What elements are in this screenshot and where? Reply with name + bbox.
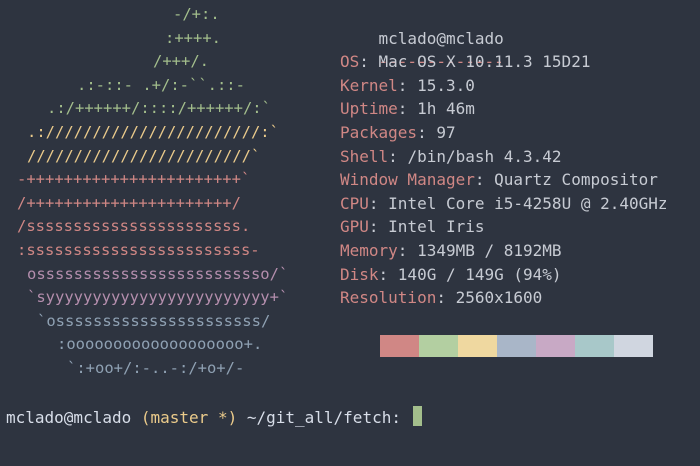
logo-line: `ossssssssssssssssssssss/ [37, 311, 271, 330]
info-key: Memory [340, 240, 398, 260]
info-field: Memory: 1349MB / 8192MB [340, 239, 700, 263]
logo-line: .:///////////////////////:` [27, 123, 279, 141]
info-key: GPU [340, 217, 369, 237]
info-field: Resolution: 2560x1600 [340, 286, 700, 310]
key-separator: : [368, 193, 389, 213]
color-swatch [536, 335, 575, 357]
key-separator: : [417, 122, 437, 142]
info-value: 140G / 149G (94%) [397, 264, 562, 284]
info-key: Uptime [340, 99, 398, 119]
logo-line: osssssssssssssssssssssssso/` [27, 264, 289, 283]
info-fields: OS: Mac OS X 10.11.3 15D21 Kernel: 15.3.0… [340, 50, 700, 310]
text-cursor [412, 406, 422, 426]
color-swatch [380, 335, 419, 357]
logo-line: ////////////////////////` [27, 146, 261, 165]
host-line: mclado@mclado [340, 3, 700, 48]
info-key: Window Manager [340, 170, 475, 190]
info-value: 2560x1600 [455, 288, 543, 308]
key-separator: : [359, 52, 379, 72]
info-value: 1349MB / 8192MB [417, 240, 562, 260]
info-key: OS [340, 52, 360, 72]
prompt-branch: (master *) [140, 408, 238, 427]
logo-line: `syyyyyyyyyyyyyyyyyyyyyyyy+` [27, 288, 289, 307]
color-swatch [458, 335, 497, 357]
logo-line: :ooooooooooooooooooo+. [57, 335, 263, 354]
logo-line: .:/++++++/::::/++++++/:` [47, 99, 271, 118]
shell-prompt[interactable]: mclado@mclado (master *) ~/git_all/fetch… [6, 406, 422, 430]
logo-line: /+++/. [153, 52, 209, 71]
logo-line: /sssssssssssssssssssssss. [17, 217, 251, 236]
logo-line: -+++++++++++++++++++++++` [17, 170, 251, 189]
info-key: Packages [340, 122, 418, 142]
info-field: OS: Mac OS X 10.11.3 15D21 [340, 50, 700, 74]
key-separator: : [474, 170, 495, 190]
key-separator: : [397, 99, 418, 119]
info-value: /bin/bash 4.3.42 [407, 146, 562, 166]
info-field: Shell: /bin/bash 4.3.42 [340, 145, 700, 169]
info-value: 97 [436, 122, 456, 142]
info-value: Intel Core i5-4258U @ 2.40GHz [388, 193, 668, 213]
key-separator: : [388, 146, 408, 166]
logo-line: /++++++++++++++++++++++/ [17, 193, 241, 212]
info-key: CPU [340, 193, 369, 213]
info-field: GPU: Intel Iris [340, 215, 700, 239]
logo-line: -/+:. [173, 5, 220, 23]
logo-line: `:+oo+/:-..-:/+o+/- [67, 359, 245, 377]
info-value: Intel Iris [388, 217, 485, 237]
info-key: Kernel [340, 75, 398, 95]
system-info: mclado@mclado ------------- OS: Mac OS X… [340, 3, 700, 310]
color-swatch [614, 335, 653, 357]
info-field: Uptime: 1h 46m [340, 97, 700, 121]
info-key: Resolution [340, 288, 437, 308]
prompt-path: ~/git_all/fetch: [246, 408, 401, 427]
key-separator: : [368, 217, 389, 237]
color-swatch [575, 335, 614, 357]
key-separator: : [378, 264, 398, 284]
info-value: Quartz Compositor [494, 170, 658, 190]
info-value: Mac OS X 10.11.3 15D21 [378, 52, 591, 72]
info-value: 1h 46m [417, 99, 475, 119]
key-separator: : [397, 240, 418, 260]
color-palette [380, 335, 653, 357]
info-field: CPU: Intel Core i5-4258U @ 2.40GHz [340, 192, 700, 216]
info-field: Packages: 97 [340, 121, 700, 145]
logo-line: :++++. [165, 28, 221, 47]
info-key: Disk [340, 264, 379, 284]
prompt-user-host: mclado@mclado [6, 408, 132, 427]
info-field: Disk: 140G / 149G (94%) [340, 263, 700, 287]
color-swatch [419, 335, 458, 357]
logo-line: .:-::- .+/:-``.::- [77, 75, 245, 94]
info-field: Window Manager: Quartz Compositor [340, 168, 700, 192]
host-label: mclado@mclado [378, 28, 504, 48]
color-swatch [497, 335, 536, 357]
key-separator: : [436, 288, 456, 308]
key-separator: : [397, 75, 418, 95]
info-key: Shell [340, 146, 389, 166]
info-value: 15.3.0 [417, 75, 475, 95]
logo-line: :ssssssssssssssssssssssss- [17, 241, 260, 259]
info-field: Kernel: 15.3.0 [340, 74, 700, 98]
